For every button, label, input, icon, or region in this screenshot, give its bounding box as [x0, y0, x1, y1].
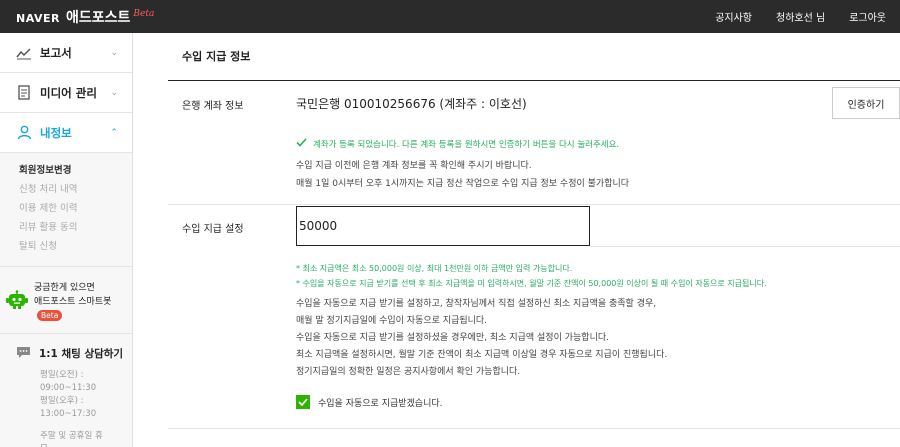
- user-name-link[interactable]: 청하호선 님: [776, 9, 825, 24]
- smartbot-line2: 애드포스트 스마트봇: [34, 297, 112, 307]
- auto-payout-note-line: 수입을 자동으로 지급 받기를 설정하고, 창작자님께서 직접 설정하신 최소 …: [296, 299, 657, 309]
- account-registered-message: 계좌가 등록 되었습니다. 다른 계좌 등록을 원하시면 인증하기 버튼을 다시…: [296, 138, 619, 150]
- smartbot-line1: 궁금한게 있으면: [34, 283, 95, 293]
- amount-guidance-line: * 최소 지급액은 최소 50,000원 이상, 최대 1천만원 이하 금액만 …: [296, 264, 573, 273]
- sidebar-item-report[interactable]: 보고서 ⌄: [0, 33, 132, 73]
- beta-badge: Beta: [37, 310, 63, 321]
- auto-payout-note-line: 매월 말 정기지급일에 수입이 자동으로 지급됩니다.: [296, 316, 488, 326]
- document-icon: [16, 85, 32, 101]
- chat-title: 1:1 채팅 상담하기: [39, 348, 124, 360]
- auto-payout-note-line: 정기지급일의 정확한 일정은 공지사항에서 확인 가능합니다.: [296, 367, 521, 377]
- chevron-up-icon: ⌃: [110, 127, 118, 138]
- top-bar: NAVER 애드포스트 Beta 공지사항 청하호선 님 로그아웃: [0, 0, 900, 33]
- top-nav: 공지사항 청하호선 님 로그아웃: [715, 0, 900, 33]
- sidebar-item-label: 미디어 관리: [40, 85, 97, 100]
- amount-guidance-line: * 수입을 자동으로 지급 받기를 선택 후 최소 지급액을 미 입력하시면, …: [296, 279, 767, 288]
- amount-guidance: * 최소 지급액은 최소 50,000원 이상, 최대 1천만원 이하 금액만 …: [296, 261, 767, 291]
- sidebar-item-label: 보고서: [40, 45, 72, 60]
- service-title: 애드포스트: [65, 9, 131, 26]
- chat-hours-spacer: [40, 421, 132, 430]
- user-icon: [16, 125, 32, 141]
- chat-hours-line: 주말 및 공휴일 휴: [40, 431, 103, 441]
- auto-payout-option[interactable]: 수입을 자동으로 지급받겠습니다.: [296, 395, 443, 409]
- account-label: 은행 계좌 정보: [182, 101, 244, 112]
- submenu-review-consent[interactable]: 리뷰 활용 동의: [19, 218, 132, 237]
- amount-label: 수입 지급 설정: [182, 224, 244, 235]
- smartbot-banner[interactable]: 궁금한게 있으면 애드포스트 스마트봇 Beta: [0, 267, 132, 334]
- chat-consult: 1:1 채팅 상담하기 평일(오전) : 09:00~11:30 평일(오후) …: [0, 334, 132, 447]
- auto-payout-label: 수입을 자동으로 지급받겠습니다.: [318, 398, 443, 409]
- account-note: 수입 지급 이전에 은행 계좌 정보를 꼭 확인해 주시기 바랍니다. 매월 1…: [296, 157, 629, 193]
- naver-logo: NAVER: [16, 11, 60, 25]
- account-note-line: 매월 1일 0시부터 오후 1시까지는 지급 정산 작업으로 수입 지급 정보 …: [296, 179, 630, 189]
- account-note-line: 수입 지급 이전에 은행 계좌 정보를 꼭 확인해 주시기 바랍니다.: [296, 161, 532, 171]
- chat-hours-line: 평일(오전) :: [40, 370, 84, 380]
- robot-icon: [6, 290, 28, 314]
- sidebar-item-media[interactable]: 미디어 관리 ⌄: [0, 73, 132, 113]
- main-content: 수입 지급 정보 은행 계좌 정보 국민은행 010010256676 (계좌주…: [150, 33, 900, 447]
- auto-payout-checkbox[interactable]: [296, 395, 310, 409]
- auto-payout-note-line: 수입을 자동으로 지급 받기를 설정하셨을 경우에만, 최소 지급액 설정이 가…: [296, 333, 609, 343]
- payout-amount-input[interactable]: [296, 206, 590, 246]
- check-icon: [296, 138, 307, 150]
- chat-hours-line: 13:00~17:30: [40, 409, 97, 419]
- sidebar-item-myinfo[interactable]: 내정보 ⌃: [0, 113, 132, 153]
- brand-logo[interactable]: NAVER 애드포스트 Beta: [16, 7, 154, 27]
- submenu-withdraw[interactable]: 탈퇴 신청: [19, 237, 132, 256]
- auto-payout-notes: 수입을 자동으로 지급 받기를 설정하고, 창작자님께서 직접 설정하신 최소 …: [296, 296, 667, 381]
- chat-bubble-icon: [16, 344, 31, 363]
- chat-consult-link[interactable]: 1:1 채팅 상담하기: [16, 344, 132, 363]
- notice-link[interactable]: 공지사항: [715, 9, 752, 24]
- section-divider: [168, 80, 900, 81]
- logout-link[interactable]: 로그아웃: [849, 9, 886, 24]
- chevron-down-icon: ⌄: [110, 87, 118, 98]
- chevron-down-icon: ⌄: [110, 47, 118, 58]
- submenu-request-history[interactable]: 신청 처리 내역: [19, 180, 132, 199]
- account-value: 국민은행 010010256676 (계좌주 : 이호선): [296, 97, 527, 111]
- section-bottom-divider: [168, 428, 900, 429]
- myinfo-submenu: 회원정보변경 신청 처리 내역 이용 제한 이력 리뷰 활용 동의 탈퇴 신청: [0, 153, 132, 267]
- chat-hours-line: 무: [40, 443, 132, 447]
- beta-mark: Beta: [133, 8, 155, 19]
- sidebar-item-label: 내정보: [40, 125, 72, 140]
- chat-hours-line: 평일(오후) :: [40, 396, 84, 406]
- sidebar: 보고서 ⌄ 미디어 관리 ⌄ 내정보 ⌃ 회원정보변경 신청 처리 내역 이용 …: [0, 33, 133, 447]
- chat-hours-line: 09:00~11:30: [40, 383, 97, 393]
- submenu-edit-member-info[interactable]: 회원정보변경: [19, 161, 132, 180]
- section-title: 수입 지급 정보: [182, 50, 251, 63]
- submenu-restriction-history[interactable]: 이용 제한 이력: [19, 199, 132, 218]
- chart-line-icon: [16, 45, 32, 61]
- row-divider: [590, 246, 900, 247]
- row-divider: [168, 204, 900, 205]
- verify-button[interactable]: 인증하기: [832, 87, 900, 119]
- chat-hours: 평일(오전) : 09:00~11:30 평일(오후) : 13:00~17:3…: [40, 369, 132, 447]
- account-registered-text: 계좌가 등록 되었습니다. 다른 계좌 등록을 원하시면 인증하기 버튼을 다시…: [313, 140, 620, 150]
- auto-payout-note-line: 최소 지급액을 설정하시면, 월말 기준 잔액이 최소 지급액 이상일 경우 자…: [296, 350, 668, 360]
